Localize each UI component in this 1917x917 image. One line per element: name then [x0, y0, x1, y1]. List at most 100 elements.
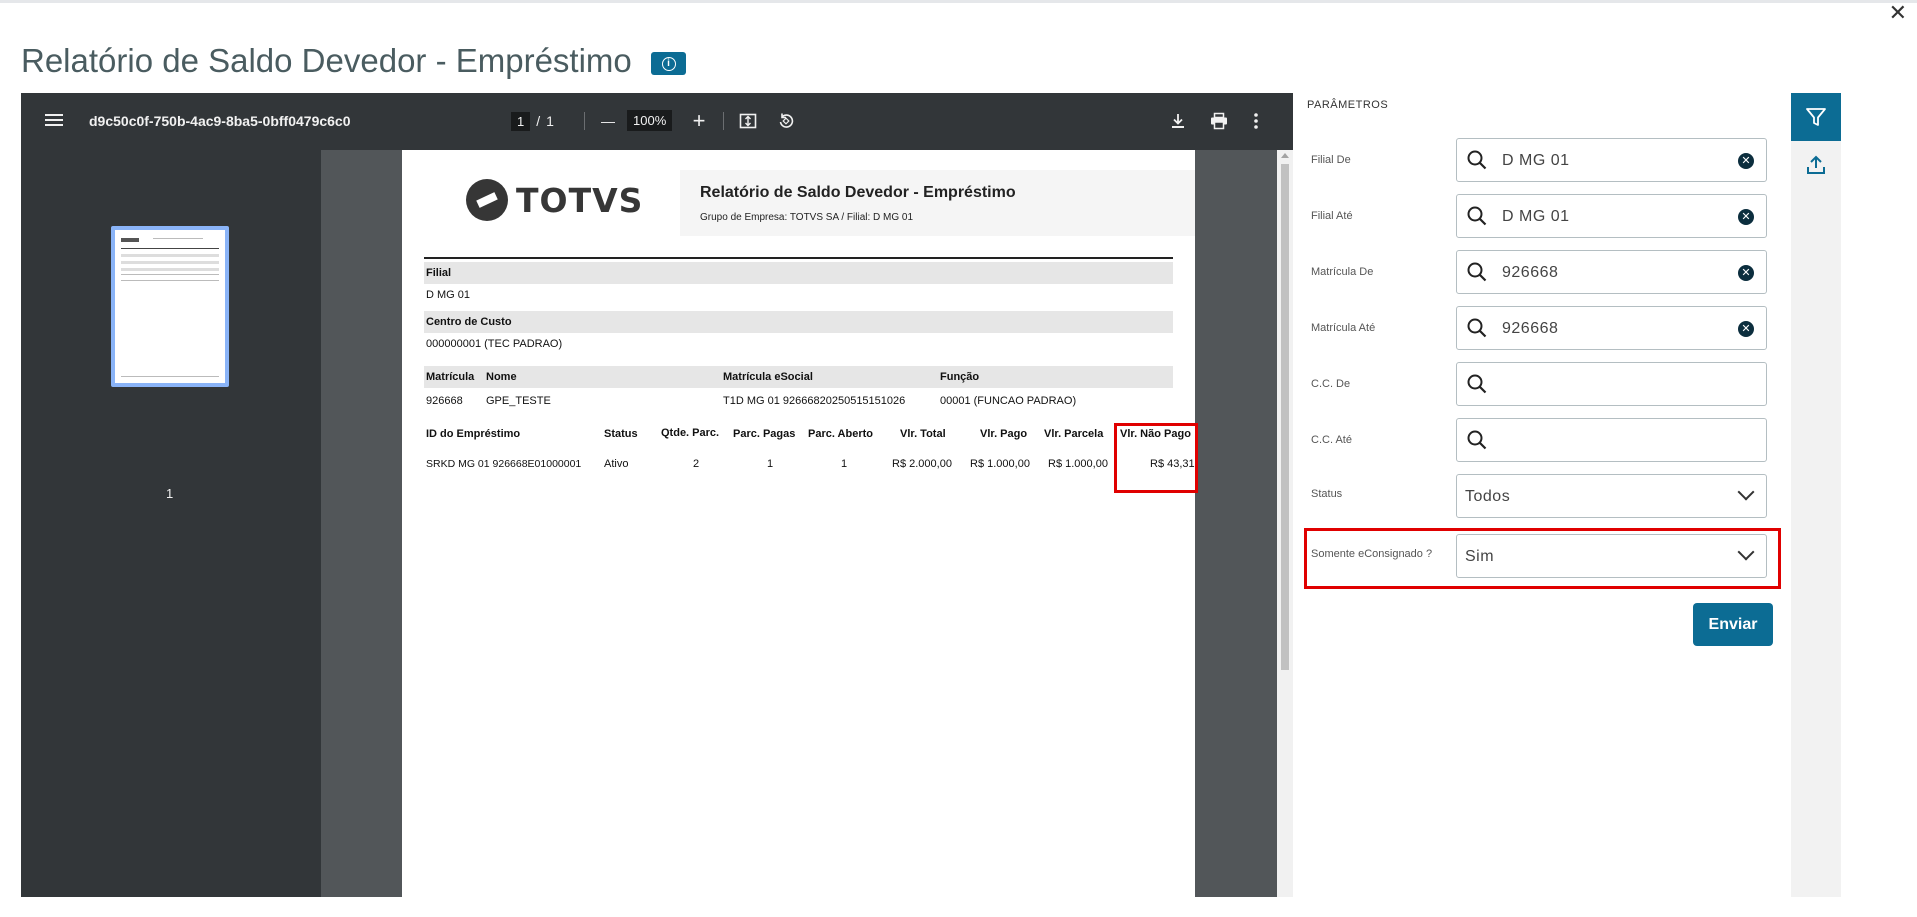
emp-nome: GPE_TESTE: [486, 395, 551, 407]
filial-ate-label: Filial Até: [1311, 210, 1353, 222]
report-header: Relatório de Saldo Devedor - Empréstimo …: [680, 170, 1195, 236]
search-icon: [1467, 206, 1487, 226]
pdf-filename: d9c50c0f-750b-4ac9-8ba5-0bff0479c6c0: [89, 113, 351, 129]
totvs-logo: TOTVS: [466, 179, 643, 221]
filter-button[interactable]: [1791, 93, 1841, 141]
info-button[interactable]: i: [651, 52, 686, 75]
search-icon: [1467, 262, 1487, 282]
menu-icon[interactable]: [43, 111, 65, 131]
pdf-toolbar: d9c50c0f-750b-4ac9-8ba5-0bff0479c6c0 1 /…: [21, 93, 1293, 150]
document-page: TOTVS Relatório de Saldo Devedor - Empré…: [402, 150, 1198, 897]
econsignado-select[interactable]: Sim: [1456, 534, 1767, 578]
econsignado-label: Somente eConsignado ?: [1311, 548, 1433, 560]
chevron-down-icon: [1737, 543, 1755, 561]
clear-icon[interactable]: ✕: [1738, 321, 1754, 337]
econsignado-value: Sim: [1465, 548, 1495, 565]
toolbar-divider: [723, 112, 724, 130]
filial-de-value: D MG 01: [1502, 152, 1570, 169]
search-icon: [1467, 150, 1487, 170]
totvs-logo-text: TOTVS: [516, 180, 644, 220]
loan-header-total: Vlr. Total: [900, 428, 946, 440]
matricula-de-value: 926668: [1502, 264, 1559, 281]
zoom-level[interactable]: 100%: [627, 110, 673, 131]
zoom-in-icon[interactable]: +: [689, 108, 709, 133]
filial-ate-input[interactable]: D MG 01 ✕: [1456, 194, 1767, 238]
info-icon: i: [661, 56, 676, 71]
print-icon[interactable]: [1208, 110, 1230, 132]
emp-header-esocial: Matrícula eSocial: [723, 371, 813, 383]
loan-total: R$ 2.000,00: [892, 458, 952, 470]
status-label: Status: [1311, 488, 1343, 500]
matricula-ate-value: 926668: [1502, 320, 1559, 337]
loan-header-id: ID do Empréstimo: [426, 428, 521, 440]
thumbnail-page-number: 1: [166, 486, 174, 501]
clear-icon[interactable]: ✕: [1738, 265, 1754, 281]
loan-status: Ativo: [604, 458, 629, 470]
emp-esocial: T1D MG 01 92666820250515151026: [723, 395, 906, 407]
highlight-nao-pago: [1114, 423, 1198, 493]
loan-header-pagas: Parc. Pagas: [733, 428, 796, 440]
clear-icon[interactable]: ✕: [1738, 209, 1754, 225]
report-title: Relatório de Saldo Devedor - Empréstimo: [700, 184, 1016, 201]
total-pages: 1: [546, 113, 554, 129]
emp-matricula: 926668: [426, 395, 463, 407]
loan-aberto: 1: [841, 458, 848, 470]
page-indicator: 1 / 1: [511, 110, 554, 132]
cc-ate-label: C.C. Até: [1311, 434, 1352, 446]
emp-funcao: 00001 (FUNCAO PADRAO): [940, 395, 1077, 407]
matricula-de-input[interactable]: 926668 ✕: [1456, 250, 1767, 294]
cc-section-header: Centro de Custo: [424, 311, 1173, 333]
loan-header-parcela: Vlr. Parcela: [1044, 428, 1104, 440]
params-title: PARÂMETROS: [1307, 99, 1389, 111]
matricula-ate-input[interactable]: 926668 ✕: [1456, 306, 1767, 350]
filial-de-label: Filial De: [1311, 154, 1351, 166]
cc-ate-input[interactable]: [1456, 418, 1767, 462]
scroll-up-icon[interactable]: [1281, 153, 1289, 158]
emp-header-matricula: Matrícula: [426, 371, 475, 383]
search-icon: [1467, 318, 1487, 338]
filial-section-header: Filial: [424, 262, 1173, 284]
report-subtitle: Grupo de Empresa: TOTVS SA / Filial: D M…: [700, 212, 914, 223]
loan-id: SRKD MG 01 926668E01000001: [426, 458, 582, 470]
zoom-out-icon[interactable]: —: [599, 110, 617, 132]
loan-header-pago: Vlr. Pago: [980, 428, 1028, 440]
viewer-scrollbar[interactable]: [1277, 150, 1293, 897]
filial-ate-value: D MG 01: [1502, 208, 1570, 225]
search-icon: [1467, 430, 1487, 450]
loan-qtde: 2: [693, 458, 700, 470]
loan-parcela: R$ 1.000,00: [1048, 458, 1108, 470]
status-select[interactable]: Todos: [1456, 474, 1767, 518]
matricula-de-label: Matrícula De: [1311, 266, 1374, 278]
loan-header-aberto: Parc. Aberto: [808, 428, 874, 440]
filter-icon: [1806, 108, 1826, 126]
loan-header-status: Status: [604, 428, 638, 440]
cc-de-label: C.C. De: [1311, 378, 1351, 390]
clear-icon[interactable]: ✕: [1738, 153, 1754, 169]
upload-icon: [1807, 155, 1825, 174]
cc-value: 000000001 (TEC PADRAO): [426, 338, 563, 350]
loan-header-qtde: Qtde. Parc.: [661, 427, 720, 439]
toolbar-divider: [584, 112, 585, 130]
right-rail: [1791, 93, 1841, 897]
send-button[interactable]: Enviar: [1693, 603, 1773, 646]
rotate-icon[interactable]: [776, 110, 796, 132]
export-button[interactable]: [1791, 141, 1841, 189]
chevron-down-icon: [1737, 483, 1755, 501]
page-title: Relatório de Saldo Devedor - Empréstimo: [21, 42, 632, 79]
fit-page-icon[interactable]: [738, 110, 758, 132]
totvs-logo-icon: [466, 179, 508, 221]
report-divider: [424, 257, 1173, 259]
loan-pagas: 1: [767, 458, 774, 470]
download-icon[interactable]: [1168, 110, 1188, 132]
page-thumbnail[interactable]: [111, 226, 229, 387]
scrollbar-thumb[interactable]: [1281, 164, 1289, 670]
current-page-input[interactable]: 1: [511, 111, 531, 131]
filial-de-input[interactable]: D MG 01 ✕: [1456, 138, 1767, 182]
emp-header-funcao: Função: [940, 371, 980, 383]
close-icon[interactable]: ✕: [1889, 2, 1907, 24]
status-value: Todos: [1465, 488, 1511, 505]
cc-de-input[interactable]: [1456, 362, 1767, 406]
more-options-icon[interactable]: [1249, 110, 1263, 132]
page-separator: /: [536, 113, 541, 129]
loan-pago: R$ 1.000,00: [970, 458, 1030, 470]
